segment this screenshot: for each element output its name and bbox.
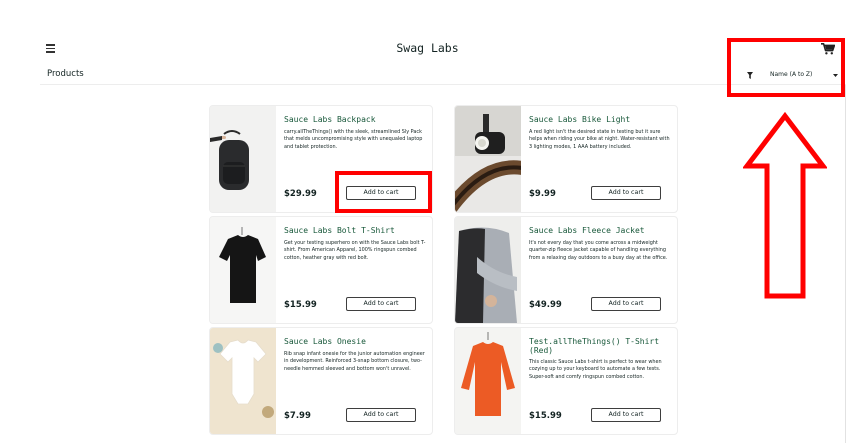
secondary-header: Products Name (A to Z) (40, 64, 846, 85)
product-image-backpack[interactable] (210, 106, 276, 212)
add-to-cart-button[interactable]: Add to cart (346, 297, 416, 311)
product-description: This classic Sauce Labs t-shirt is perfe… (529, 359, 662, 380)
product-name[interactable]: Sauce Labs Backpack (284, 115, 430, 124)
product-price: $29.99 (284, 189, 317, 199)
add-to-cart-button[interactable]: Add to cart (591, 186, 661, 200)
product-price: $15.99 (284, 300, 317, 310)
product-price: $49.99 (529, 300, 562, 310)
product-description: It's not every day that you come across … (529, 240, 668, 261)
product-description: A red light isn't the desired state in t… (529, 129, 670, 150)
product-description: carry.allTheThings() with the sleek, str… (284, 129, 423, 150)
add-to-cart-button[interactable]: Add to cart (346, 408, 416, 422)
product-image-onesie[interactable] (210, 328, 276, 434)
page-title: Products (47, 69, 84, 79)
product-description: Get your testing superhero on with the S… (284, 240, 426, 261)
highlight-box-add-to-cart (335, 171, 432, 213)
product-image-bolt-tshirt[interactable] (210, 217, 276, 323)
add-to-cart-button[interactable]: Add to cart (591, 297, 661, 311)
arrow-up-icon (743, 112, 827, 299)
add-to-cart-button[interactable]: Add to cart (591, 408, 661, 422)
inventory-item: Sauce Labs Onesie Rib snap infant onesie… (209, 327, 433, 435)
product-description: Rib snap infant onesie for the junior au… (284, 351, 425, 372)
inventory-item: Sauce Labs Bike Light A red light isn't … (454, 105, 678, 213)
product-name[interactable]: Sauce Labs Onesie (284, 337, 430, 346)
inventory-item: Sauce Labs Fleece Jacket It's not every … (454, 216, 678, 324)
product-name[interactable]: Sauce Labs Bike Light (529, 115, 675, 124)
highlight-box-header-controls (727, 38, 845, 97)
inventory-item: Test.allTheThings() T-Shirt (Red) This c… (454, 327, 678, 435)
product-name[interactable]: Test.allTheThings() T-Shirt (Red) (529, 337, 675, 355)
product-name[interactable]: Sauce Labs Bolt T-Shirt (284, 226, 430, 235)
product-price: $7.99 (284, 411, 311, 421)
product-price: $9.99 (529, 189, 556, 199)
product-image-fleece-jacket[interactable] (455, 217, 521, 323)
product-image-red-tshirt[interactable] (455, 328, 521, 434)
product-name[interactable]: Sauce Labs Fleece Jacket (529, 226, 675, 235)
product-price: $15.99 (529, 411, 562, 421)
divider (845, 85, 846, 443)
product-image-bike-light[interactable] (455, 106, 521, 212)
inventory-item: Sauce Labs Bolt T-Shirt Get your testing… (209, 216, 433, 324)
